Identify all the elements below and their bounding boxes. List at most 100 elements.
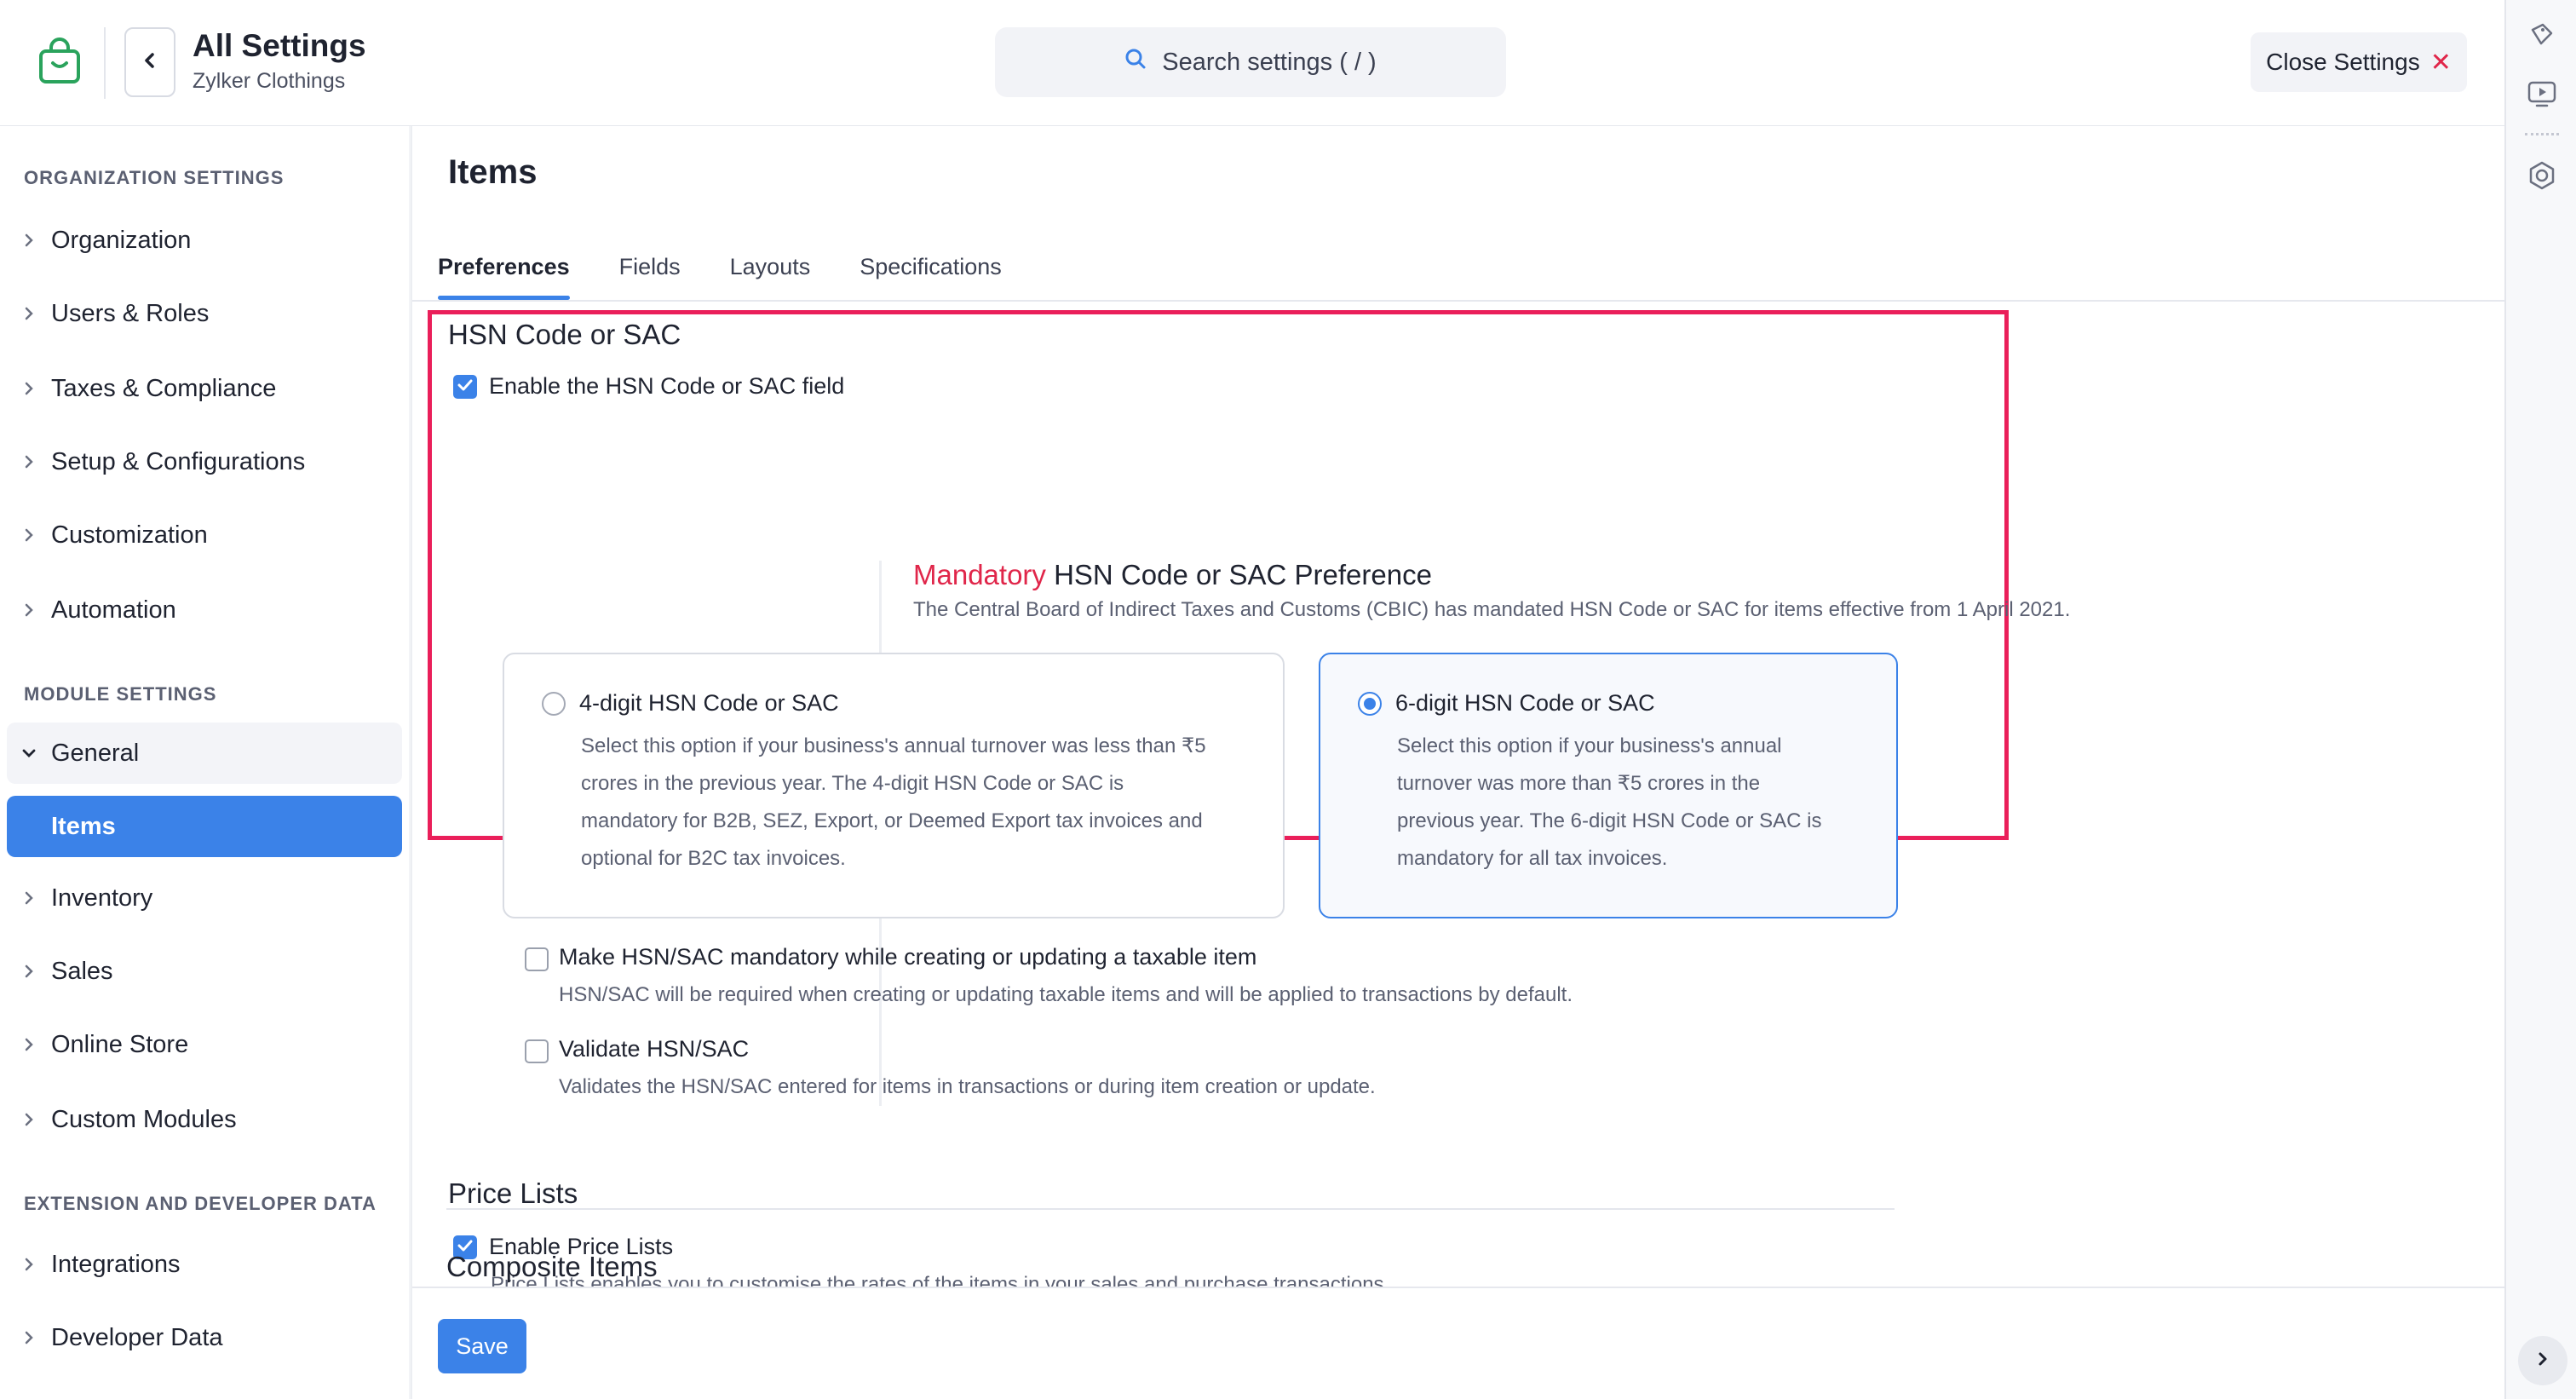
option-description-line: previous year. The 6-digit HSN Code or S… <box>1397 809 1822 832</box>
sidebar-item-integrations[interactable]: Integrations <box>7 1234 402 1295</box>
search-settings-input[interactable]: Search settings ( / ) <box>995 27 1506 97</box>
sidebar-item-label: Items <box>51 812 116 840</box>
search-icon <box>1124 48 1147 77</box>
sidebar-item-automation[interactable]: Automation <box>7 579 402 641</box>
price-lists-title: Price Lists <box>448 1177 578 1209</box>
sidebar-item-label: Users & Roles <box>51 299 210 327</box>
sidebar-item-custom-modules[interactable]: Custom Modules <box>7 1089 402 1150</box>
sidebar-item-label: General <box>51 739 140 767</box>
enable-hsn-label: Enable the HSN Code or SAC field <box>489 373 845 399</box>
sidebar-item-setup-configurations[interactable]: Setup & Configurations <box>7 431 402 492</box>
sidebar-item-label: Integrations <box>51 1250 181 1278</box>
chevron-right-icon <box>7 527 51 543</box>
sidebar-item-label: Setup & Configurations <box>51 447 306 475</box>
validate-hsn-checkbox[interactable] <box>525 1039 549 1063</box>
chevron-right-icon <box>7 890 51 906</box>
option-card-4-digit[interactable]: 4-digit HSN Code or SAC Select this opti… <box>503 653 1285 918</box>
option-description-line: Select this option if your business's an… <box>581 734 1206 757</box>
option-title: 4-digit HSN Code or SAC <box>579 690 839 716</box>
chevron-right-icon <box>7 602 51 618</box>
sidebar-item-label: Inventory <box>51 884 153 912</box>
video-play-icon[interactable] <box>2525 77 2559 111</box>
expand-panel-button[interactable] <box>2518 1336 2567 1385</box>
page-heading: All Settings <box>193 28 366 63</box>
sidebar-item-organization[interactable]: Organization <box>7 210 402 271</box>
page-title: Items <box>448 153 538 191</box>
chevron-right-icon <box>7 233 51 248</box>
header-divider <box>104 27 106 99</box>
sidebar-item-label: Taxes & Compliance <box>51 374 277 402</box>
hsn-section-title: HSN Code or SAC <box>448 319 681 350</box>
chevron-right-icon <box>7 1257 51 1272</box>
option-description-line: optional for B2C tax invoices. <box>581 847 846 870</box>
mandatory-hsn-label: Make HSN/SAC mandatory while creating or… <box>559 944 1257 970</box>
option-description: Select this option if your business's an… <box>1397 728 1821 878</box>
sidebar-item-label: Automation <box>51 596 176 624</box>
sidebar-item-label: Developer Data <box>51 1323 223 1351</box>
close-settings-button[interactable]: Close Settings ✕ <box>2251 32 2467 92</box>
tab-bar: Preferences Fields Layouts Specification… <box>438 245 1051 300</box>
tab-fields[interactable]: Fields <box>619 245 704 298</box>
option-description-line: Select this option if your business's an… <box>1397 734 1782 757</box>
enable-hsn-checkbox[interactable] <box>453 375 477 399</box>
close-settings-label: Close Settings <box>2266 49 2420 75</box>
sidebar-item-taxes-compliance[interactable]: Taxes & Compliance <box>7 358 402 419</box>
chevron-left-icon <box>141 51 158 74</box>
sidebar-item-sales[interactable]: Sales <box>7 941 402 1002</box>
radio-6-digit[interactable] <box>1358 692 1382 716</box>
radio-4-digit[interactable] <box>542 692 566 716</box>
chevron-right-icon <box>7 1037 51 1052</box>
sidebar-item-users-roles[interactable]: Users & Roles <box>7 283 402 344</box>
option-card-6-digit[interactable]: 6-digit HSN Code or SAC Select this opti… <box>1319 653 1898 918</box>
sidebar-item-label: Sales <box>51 957 113 985</box>
chevron-right-icon <box>7 964 51 979</box>
chevron-right-icon <box>7 306 51 321</box>
sidebar-item-items[interactable]: Items <box>7 796 402 857</box>
top-header: All Settings Zylker Clothings Search set… <box>0 0 2504 126</box>
sidebar-item-label: Customization <box>51 521 208 549</box>
option-description-line: mandatory for all tax invoices. <box>1397 847 1668 870</box>
sidebar-item-general[interactable]: General <box>7 723 402 784</box>
mandatory-hsn-checkbox[interactable] <box>525 947 549 971</box>
composite-items-title: Composite Items <box>446 1251 658 1282</box>
settings-sidebar: ORGANIZATION SETTINGS Organization Users… <box>0 126 409 1399</box>
sidebar-item-developer-data[interactable]: Developer Data <box>7 1307 402 1368</box>
search-placeholder: Search settings ( / ) <box>1162 48 1377 76</box>
checkmark-icon <box>457 379 473 395</box>
mandatory-label: Mandatory <box>913 559 1046 590</box>
option-title: 6-digit HSN Code or SAC <box>1395 690 1655 716</box>
section-divider <box>446 1208 1895 1210</box>
close-icon: ✕ <box>2429 48 2452 77</box>
validate-hsn-description: Validates the HSN/SAC entered for items … <box>559 1075 1376 1098</box>
tab-layouts[interactable]: Layouts <box>730 245 835 298</box>
tab-preferences[interactable]: Preferences <box>438 245 594 300</box>
right-rail <box>2504 0 2576 1399</box>
sidebar-item-online-store[interactable]: Online Store <box>7 1014 402 1075</box>
chevron-right-icon <box>7 1112 51 1127</box>
tag-hand-icon[interactable] <box>2525 19 2559 53</box>
option-description-line: turnover was more than ₹5 crores in the <box>1397 772 1761 795</box>
back-button[interactable] <box>124 27 175 97</box>
rail-divider <box>2525 133 2559 135</box>
preference-title-text: HSN Code or SAC Preference <box>1045 559 1432 590</box>
tabs-underline <box>412 300 2506 302</box>
sidebar-item-label: Organization <box>51 226 192 254</box>
section-heading-extension: EXTENSION AND DEVELOPER DATA <box>24 1193 377 1214</box>
shopping-bag-logo-icon <box>34 37 85 89</box>
sidebar-item-customization[interactable]: Customization <box>7 504 402 566</box>
section-heading-organization: ORGANIZATION SETTINGS <box>24 167 285 188</box>
hsn-preference-title: Mandatory HSN Code or SAC Preference <box>913 559 1432 591</box>
settings-app: All Settings Zylker Clothings Search set… <box>0 0 2576 1399</box>
help-lifebuoy-icon[interactable] <box>2525 158 2559 193</box>
chevron-right-icon <box>7 1330 51 1345</box>
chevron-right-icon <box>7 454 51 469</box>
sidebar-item-inventory[interactable]: Inventory <box>7 867 402 929</box>
chevron-down-icon <box>7 748 51 758</box>
option-description-line: crores in the previous year. The 4-digit… <box>581 772 1124 795</box>
option-description: Select this option if your business's an… <box>581 728 1206 878</box>
option-description-line: mandatory for B2B, SEZ, Export, or Deeme… <box>581 809 1203 832</box>
mandatory-hsn-description: HSN/SAC will be required when creating o… <box>559 983 1573 1006</box>
tab-specifications[interactable]: Specifications <box>860 245 1026 298</box>
chevron-right-icon <box>7 381 51 396</box>
save-button[interactable]: Save <box>438 1319 526 1373</box>
